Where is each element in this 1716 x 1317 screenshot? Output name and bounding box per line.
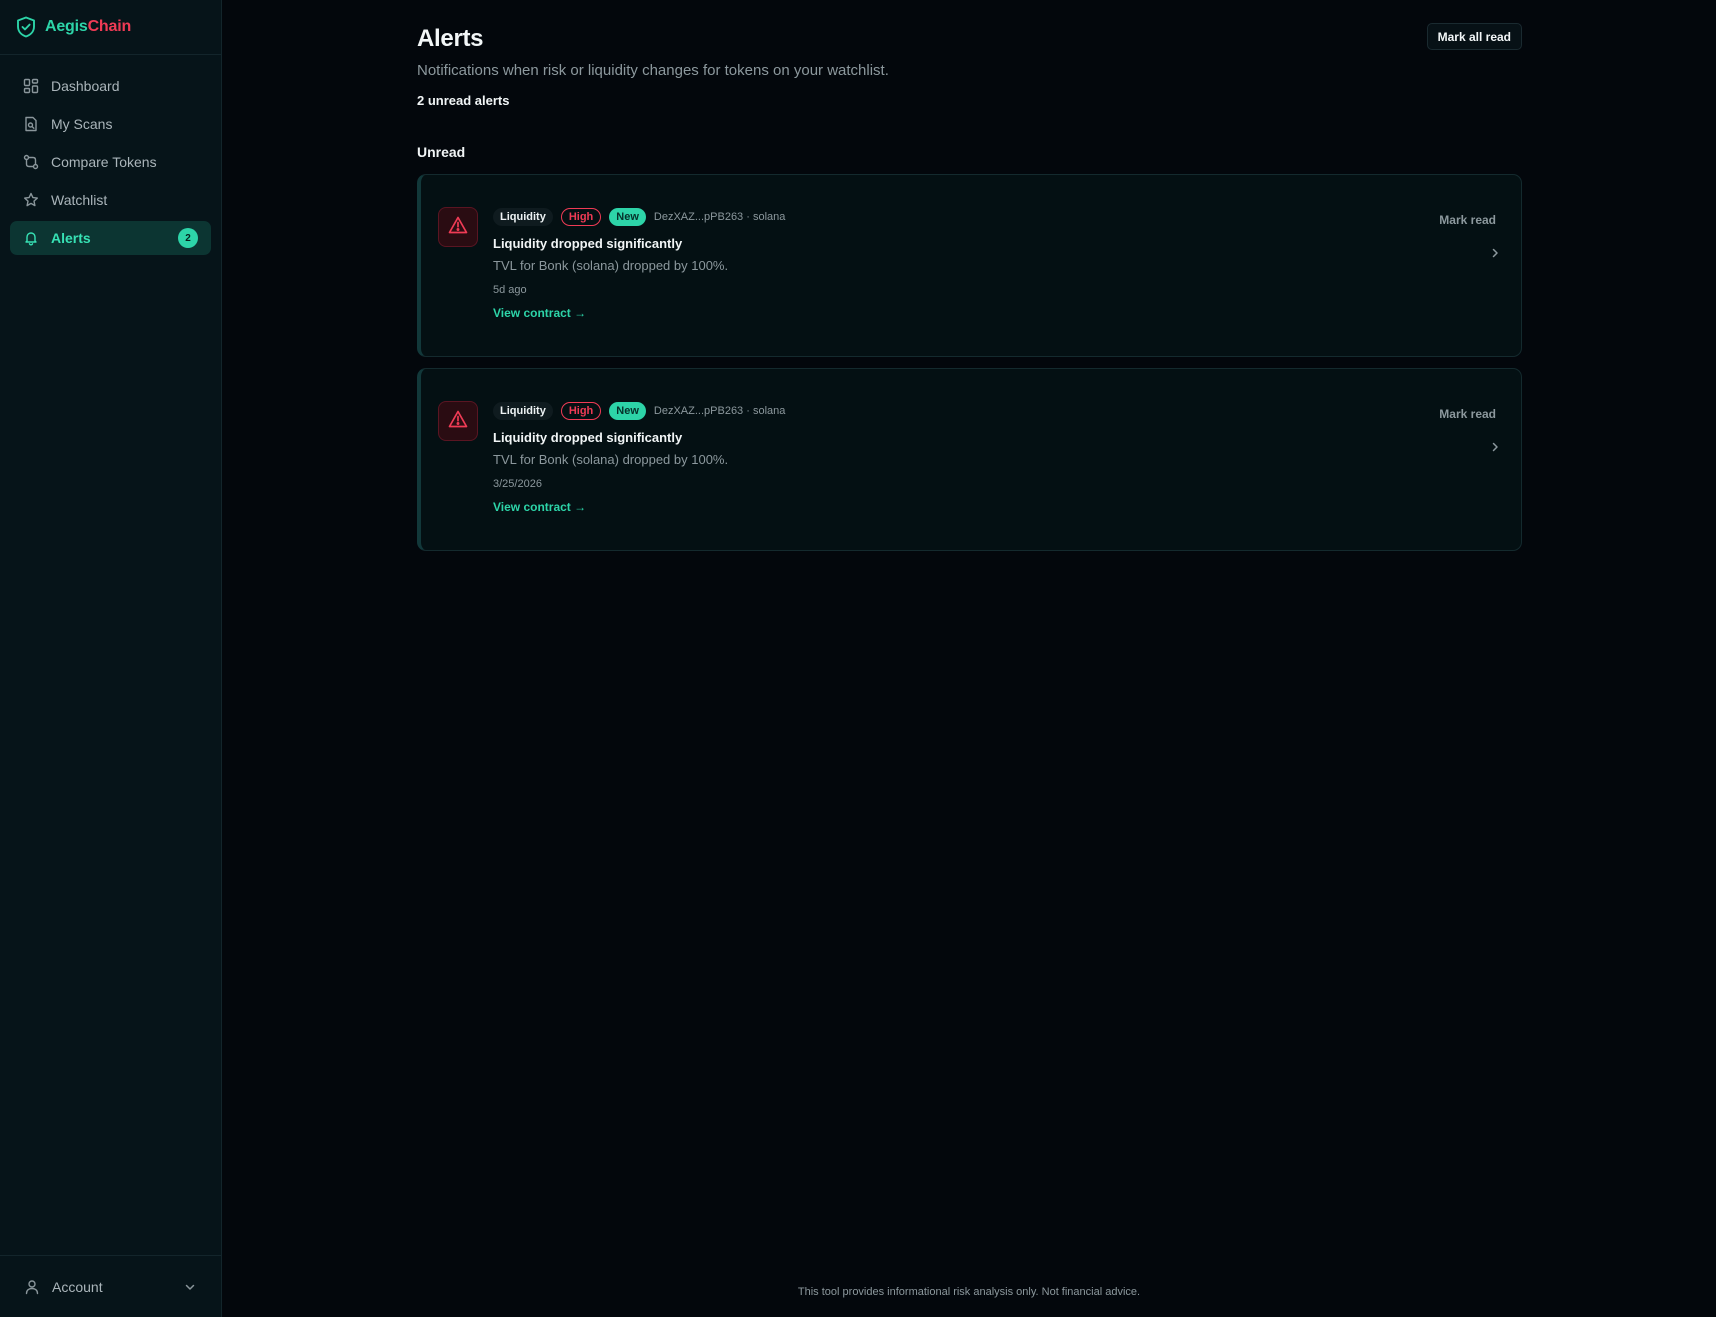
alerts-count-badge: 2 bbox=[178, 228, 198, 248]
app-root: AegisChain Dashboard My Scans Compare To… bbox=[0, 0, 1716, 1317]
sidebar-item-label: Watchlist bbox=[51, 192, 108, 208]
brand-name: AegisChain bbox=[45, 18, 131, 36]
page-subtitle: Notifications when risk or liquidity cha… bbox=[417, 62, 889, 79]
sidebar-item-label: My Scans bbox=[51, 116, 113, 132]
warning-triangle-icon bbox=[448, 410, 468, 433]
chevron-right-icon[interactable] bbox=[1489, 247, 1501, 259]
alert-timestamp: 3/25/2026 bbox=[493, 478, 542, 490]
main-content: Alerts Notifications when risk or liquid… bbox=[222, 0, 1716, 1317]
severity-tag: High bbox=[560, 208, 602, 226]
alert-severity-indicator bbox=[438, 401, 478, 441]
alert-tags: Liquidity High New DezXAZ...pPB263 · sol… bbox=[493, 208, 785, 226]
chevron-right-icon[interactable] bbox=[1489, 441, 1501, 453]
alert-timestamp: 5d ago bbox=[493, 284, 527, 296]
alert-body: Liquidity High New DezXAZ...pPB263 · sol… bbox=[493, 208, 785, 322]
token-meta: DezXAZ...pPB263 · solana bbox=[653, 211, 786, 223]
brand-name-part2: Chain bbox=[87, 18, 132, 35]
token-meta: DezXAZ...pPB263 · solana bbox=[653, 405, 786, 417]
alert-tags: Liquidity High New DezXAZ...pPB263 · sol… bbox=[493, 402, 785, 420]
view-contract-link[interactable]: View contract → bbox=[493, 500, 586, 514]
category-tag: Liquidity bbox=[493, 208, 553, 226]
status-badge: New bbox=[609, 402, 646, 420]
mark-read-button[interactable]: Mark read bbox=[1439, 407, 1496, 421]
alert-description: TVL for Bonk (solana) dropped by 100%. bbox=[493, 452, 729, 467]
user-icon bbox=[24, 1279, 40, 1295]
alert-title: Liquidity dropped significantly bbox=[493, 430, 683, 445]
page-title: Alerts bbox=[417, 25, 484, 52]
severity-tag: High bbox=[560, 402, 602, 420]
mark-read-button[interactable]: Mark read bbox=[1439, 213, 1496, 227]
sidebar-item-label: Compare Tokens bbox=[51, 154, 157, 170]
account-label: Account bbox=[52, 1278, 103, 1295]
alert-description: TVL for Bonk (solana) dropped by 100%. bbox=[493, 258, 729, 273]
alert-card[interactable]: Liquidity High New DezXAZ...pPB263 · sol… bbox=[417, 368, 1522, 551]
file-search-icon bbox=[23, 116, 39, 132]
category-tag: Liquidity bbox=[493, 402, 553, 420]
sidebar-nav: Dashboard My Scans Compare Tokens Watchl… bbox=[0, 55, 221, 269]
sidebar-item-watchlist[interactable]: Watchlist bbox=[10, 183, 211, 217]
shield-check-icon bbox=[16, 16, 36, 38]
sidebar-item-compare-tokens[interactable]: Compare Tokens bbox=[10, 145, 211, 179]
sidebar-item-dashboard[interactable]: Dashboard bbox=[10, 69, 211, 103]
alert-title: Liquidity dropped significantly bbox=[493, 236, 683, 251]
brand-name-part1: Aegis bbox=[45, 18, 88, 35]
bell-icon bbox=[23, 230, 39, 246]
status-badge: New bbox=[609, 208, 646, 226]
sidebar-item-label: Dashboard bbox=[51, 78, 120, 94]
alert-severity-indicator bbox=[438, 207, 478, 247]
star-icon bbox=[23, 192, 39, 208]
sidebar-item-alerts[interactable]: Alerts 2 bbox=[10, 221, 211, 255]
section-label-unread: Unread bbox=[417, 144, 466, 160]
compare-icon bbox=[23, 154, 39, 170]
sidebar-item-label: Alerts bbox=[51, 230, 91, 246]
mark-all-read-button[interactable]: Mark all read bbox=[1426, 23, 1522, 50]
sidebar: AegisChain Dashboard My Scans Compare To… bbox=[0, 0, 222, 1317]
unread-count: 2 unread alerts bbox=[417, 93, 510, 108]
brand[interactable]: AegisChain bbox=[0, 0, 221, 55]
grid-icon bbox=[23, 78, 39, 94]
warning-triangle-icon bbox=[448, 216, 468, 239]
disclaimer-footer: This tool provides informational risk an… bbox=[797, 1286, 1141, 1298]
account-menu[interactable]: Account bbox=[0, 1255, 221, 1317]
alert-card[interactable]: Liquidity High New DezXAZ...pPB263 · sol… bbox=[417, 174, 1522, 357]
alert-body: Liquidity High New DezXAZ...pPB263 · sol… bbox=[493, 402, 785, 516]
chevron-down-icon bbox=[183, 1280, 197, 1294]
view-contract-link[interactable]: View contract → bbox=[493, 306, 586, 320]
sidebar-item-my-scans[interactable]: My Scans bbox=[10, 107, 211, 141]
